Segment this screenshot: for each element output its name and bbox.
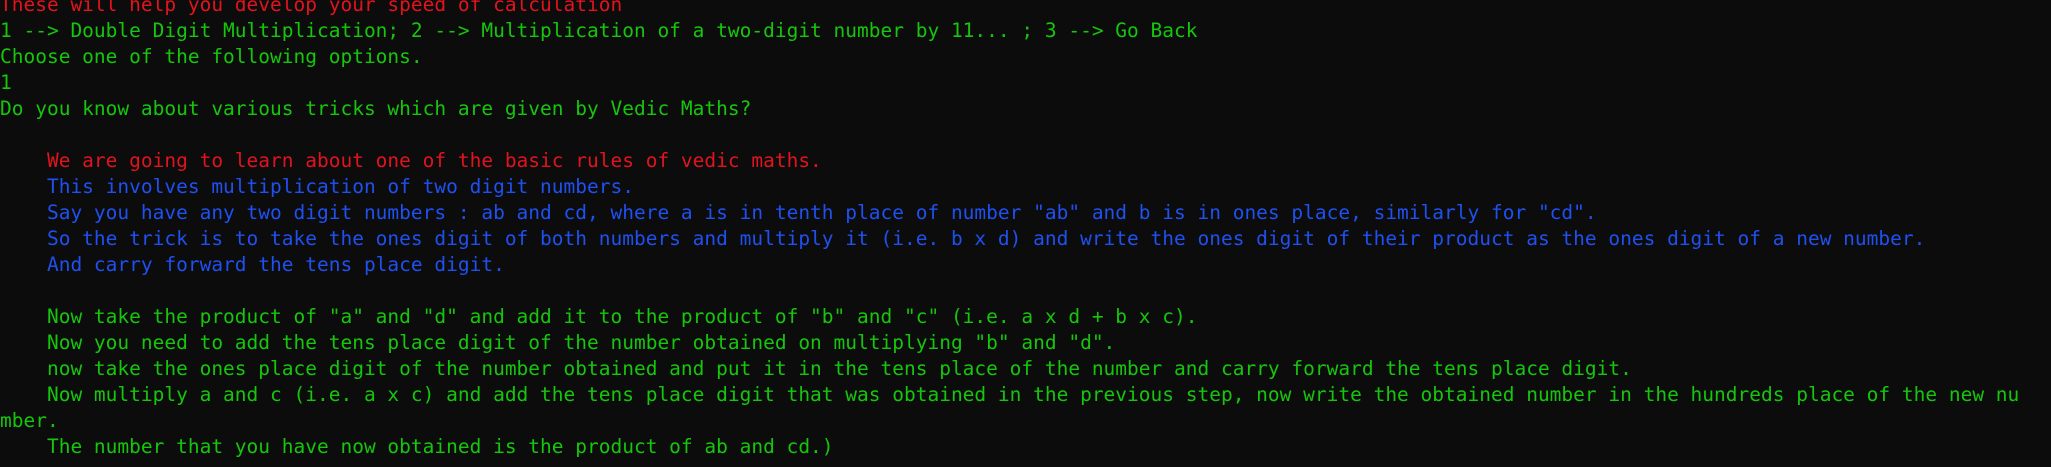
console-line-rule-setup: Say you have any two digit numbers : ab … xyxy=(0,201,1597,224)
console-line-rule-heading: We are going to learn about one of the b… xyxy=(0,149,822,172)
console-line-step-cross-product: Now take the product of "a" and "d" and … xyxy=(0,305,1198,328)
console-line-user-input: 1 xyxy=(0,71,12,94)
console-line-prompt: Choose one of the following options. xyxy=(0,45,423,68)
console-window: These will help you develop your speed o… xyxy=(0,0,2051,467)
console-line-question: Do you know about various tricks which a… xyxy=(0,97,752,120)
console-line-menu-options: 1 --> Double Digit Multiplication; 2 -->… xyxy=(0,19,1198,42)
console-line-step-hundreds-wrap: mber. xyxy=(0,409,59,432)
console-line-intro: These will help you develop your speed o… xyxy=(0,0,623,16)
console-line-rule-carry: And carry forward the tens place digit. xyxy=(0,253,505,276)
console-output: These will help you develop your speed o… xyxy=(0,0,2051,460)
console-line-step-place-tens: now take the ones place digit of the num… xyxy=(0,357,1632,380)
console-line-rule-description: This involves multiplication of two digi… xyxy=(0,175,634,198)
console-line-step-add-tens: Now you need to add the tens place digit… xyxy=(0,331,1116,354)
console-line-conclusion: The number that you have now obtained is… xyxy=(0,435,834,458)
console-line-rule-step-ones: So the trick is to take the ones digit o… xyxy=(0,227,1926,250)
console-line-step-hundreds: Now multiply a and c (i.e. a x c) and ad… xyxy=(0,383,2020,406)
console-line-blank xyxy=(0,122,2051,148)
console-line-blank xyxy=(0,278,2051,304)
